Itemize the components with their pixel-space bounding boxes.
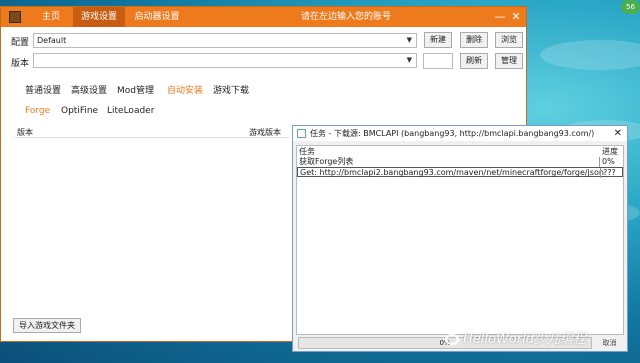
- task-name: 获取Forge列表: [299, 157, 354, 166]
- title-bar: 主页 游戏设置 启动器设置 请在左边输入您的账号 — ✕: [1, 7, 526, 27]
- install-list[interactable]: [15, 138, 289, 313]
- task-dialog: 任务 - 下载源: BMCLAPI (bangbang93, http://bm…: [292, 125, 628, 352]
- login-prompt: 请在左边输入您的账号: [301, 12, 392, 22]
- config-select[interactable]: Default ▼: [33, 33, 417, 48]
- column-divider: [599, 157, 600, 167]
- task-progress: ???: [603, 168, 616, 177]
- tab-game-settings[interactable]: 游戏设置: [73, 7, 125, 27]
- watermark: HelloWorld少儿编程: [445, 328, 586, 347]
- delete-config-button[interactable]: 删除: [460, 32, 488, 48]
- column-progress: 进度: [602, 147, 618, 156]
- wechat-icon: [445, 334, 459, 345]
- import-game-folder-button[interactable]: 导入游戏文件夹: [13, 318, 81, 333]
- column-divider: [600, 168, 601, 178]
- nav-general-settings[interactable]: 普通设置: [25, 83, 61, 96]
- browse-button[interactable]: 浏览: [495, 32, 523, 48]
- version-label: 版本: [11, 59, 30, 69]
- subtab-liteloader[interactable]: LiteLoader: [107, 106, 154, 116]
- nav-advanced-settings[interactable]: 高级设置: [71, 83, 107, 96]
- background-wave: [540, 40, 640, 70]
- task-window-icon: [297, 129, 306, 138]
- nav-game-download[interactable]: 游戏下载: [213, 83, 249, 96]
- tab-home[interactable]: 主页: [29, 7, 73, 27]
- task-name: Get: http://bmclapi2.bangbang93.com/mave…: [300, 168, 604, 177]
- version-extra-field[interactable]: [423, 53, 453, 69]
- chevron-down-icon: ▼: [406, 36, 412, 44]
- chevron-down-icon: ▼: [406, 56, 412, 64]
- close-button[interactable]: ✕: [509, 9, 523, 25]
- minimize-button[interactable]: —: [493, 9, 507, 25]
- task-progress: 0%: [602, 157, 615, 166]
- nav-auto-install[interactable]: 自动安装: [167, 83, 203, 96]
- task-table: 任务 进度 获取Forge列表 0% Get: http://bmclapi2.…: [296, 145, 624, 335]
- subtab-forge[interactable]: Forge: [25, 106, 50, 116]
- tab-launcher-settings[interactable]: 启动器设置: [125, 7, 189, 27]
- cancel-task-button[interactable]: 取消: [596, 337, 623, 349]
- app-logo-icon: [9, 11, 21, 23]
- dialog-title: 任务 - 下载源: BMCLAPI (bangbang93, http://bm…: [310, 129, 595, 138]
- column-game-version[interactable]: 游戏版本: [249, 127, 281, 138]
- config-select-value: Default: [37, 36, 67, 45]
- table-row[interactable]: Get: http://bmclapi2.bangbang93.com/mave…: [297, 167, 623, 178]
- task-table-header: 任务 进度: [297, 147, 623, 157]
- subtab-optifine[interactable]: OptiFine: [61, 106, 98, 116]
- dialog-close-button[interactable]: ✕: [614, 126, 622, 141]
- table-row[interactable]: 获取Forge列表 0%: [297, 157, 623, 167]
- watermark-text: HelloWorld少儿编程: [463, 332, 586, 347]
- notification-badge: 56: [621, 0, 640, 14]
- version-select[interactable]: ▼: [33, 53, 417, 68]
- nav-mod-manager[interactable]: Mod管理: [117, 83, 154, 96]
- column-version[interactable]: 版本: [17, 127, 33, 138]
- config-label: 配置: [11, 38, 30, 48]
- install-list-header: 版本 游戏版本: [15, 127, 289, 138]
- column-task: 任务: [299, 147, 315, 156]
- refresh-button[interactable]: 刷新: [460, 53, 488, 69]
- dialog-title-bar: 任务 - 下载源: BMCLAPI (bangbang93, http://bm…: [293, 126, 627, 141]
- new-config-button[interactable]: 新建: [424, 32, 452, 48]
- manage-button[interactable]: 管理: [495, 53, 523, 69]
